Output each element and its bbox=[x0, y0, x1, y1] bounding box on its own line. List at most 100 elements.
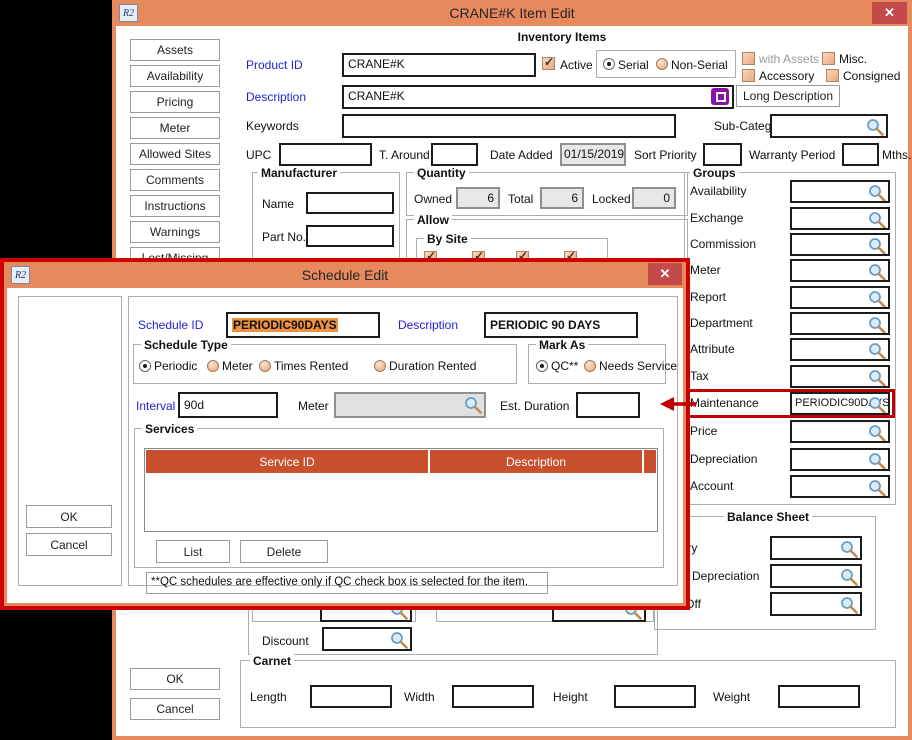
locked-label: Locked bbox=[592, 192, 631, 206]
list-button[interactable]: List bbox=[156, 540, 230, 563]
search-icon[interactable] bbox=[463, 395, 483, 415]
manufacturer-name-input[interactable] bbox=[306, 192, 394, 214]
search-icon[interactable] bbox=[867, 183, 887, 203]
groups-field-depreciation[interactable] bbox=[790, 448, 890, 471]
carnet-input-length[interactable] bbox=[310, 685, 392, 708]
product-id-input[interactable]: CRANE#K bbox=[342, 53, 536, 77]
search-icon[interactable] bbox=[867, 423, 887, 443]
description-input[interactable]: CRANE#K bbox=[342, 85, 734, 109]
warranty-period-input[interactable] bbox=[842, 143, 879, 166]
groups-field-report[interactable] bbox=[790, 286, 890, 309]
groups-field-exchange[interactable] bbox=[790, 207, 890, 230]
sub-category-field[interactable] bbox=[770, 114, 888, 138]
search-icon[interactable] bbox=[867, 341, 887, 361]
locked-field: 0 bbox=[632, 187, 676, 209]
active-checkbox[interactable] bbox=[542, 57, 555, 70]
sidebar-button-warnings[interactable]: Warnings bbox=[130, 221, 220, 243]
groups-field-maintenance[interactable]: PERIODIC90DAYS bbox=[790, 392, 890, 415]
non-serial-radio[interactable] bbox=[656, 58, 668, 70]
balance-label-depreciation: Depreciation bbox=[692, 569, 759, 583]
keywords-input[interactable] bbox=[342, 114, 676, 138]
groups-field-tax[interactable] bbox=[790, 365, 890, 388]
with-assets-checkbox[interactable] bbox=[742, 52, 755, 65]
schedule-type-radio-duration-rented[interactable] bbox=[374, 360, 386, 372]
groups-field-availability[interactable] bbox=[790, 180, 890, 203]
groups-field-commission[interactable] bbox=[790, 233, 890, 256]
carnet-input-weight[interactable] bbox=[778, 685, 860, 708]
search-icon[interactable] bbox=[867, 289, 887, 309]
description-label: Description bbox=[246, 90, 306, 104]
accessory-checkbox[interactable] bbox=[742, 69, 755, 82]
upc-input[interactable] bbox=[279, 143, 372, 166]
groups-field-account[interactable] bbox=[790, 475, 890, 498]
sidebar-button-instructions[interactable]: Instructions bbox=[130, 195, 220, 217]
consigned-checkbox[interactable] bbox=[826, 69, 839, 82]
mark-as-label: Needs Service bbox=[599, 359, 677, 373]
sidebar-button-availability[interactable]: Availability bbox=[130, 65, 220, 87]
search-icon[interactable] bbox=[867, 262, 887, 282]
search-icon[interactable] bbox=[867, 395, 887, 415]
sort-priority-input[interactable] bbox=[703, 143, 742, 166]
misc-checkbox[interactable] bbox=[822, 52, 835, 65]
close-icon[interactable]: ✕ bbox=[872, 2, 907, 24]
selected-text: PERIODIC90DAYS bbox=[232, 318, 338, 332]
interval-input[interactable]: 90d bbox=[178, 392, 278, 418]
est-duration-input[interactable] bbox=[576, 392, 640, 418]
groups-field-price[interactable] bbox=[790, 420, 890, 443]
balance-field-depreciation[interactable] bbox=[770, 564, 862, 588]
delete-button[interactable]: Delete bbox=[240, 540, 328, 563]
mark-as-radio-needs-service[interactable] bbox=[584, 360, 596, 372]
carnet-input-width[interactable] bbox=[452, 685, 534, 708]
close-icon[interactable]: ✕ bbox=[648, 263, 682, 285]
mark-as-title: Mark As bbox=[536, 338, 588, 352]
long-description-button[interactable]: Long Description bbox=[736, 85, 840, 107]
search-icon[interactable] bbox=[839, 567, 859, 587]
sidebar-button-allowed-sites[interactable]: Allowed Sites bbox=[130, 143, 220, 165]
groups-label-exchange: Exchange bbox=[690, 211, 743, 225]
sidebar-button-assets[interactable]: Assets bbox=[130, 39, 220, 61]
search-icon[interactable] bbox=[867, 210, 887, 230]
groups-label-meter: Meter bbox=[690, 263, 721, 277]
groups-field-attribute[interactable] bbox=[790, 338, 890, 361]
mark-as-radio-qc-[interactable] bbox=[536, 360, 548, 372]
search-icon[interactable] bbox=[865, 117, 885, 137]
search-icon[interactable] bbox=[839, 539, 859, 559]
search-icon[interactable] bbox=[839, 595, 859, 615]
search-icon[interactable] bbox=[867, 236, 887, 256]
services-table[interactable]: Service IDDescription bbox=[144, 448, 658, 532]
search-icon[interactable] bbox=[867, 451, 887, 471]
search-icon[interactable] bbox=[389, 630, 409, 650]
schedule-type-radio-periodic[interactable] bbox=[139, 360, 151, 372]
sidebar-button-pricing[interactable]: Pricing bbox=[130, 91, 220, 113]
schedule-id-input[interactable]: PERIODIC90DAYS bbox=[226, 312, 380, 338]
part-no-label: Part No. bbox=[262, 230, 306, 244]
t-around-input[interactable] bbox=[431, 143, 478, 166]
dialog-cancel-button[interactable]: Cancel bbox=[26, 533, 112, 556]
groups-label-attribute: Attribute bbox=[690, 342, 735, 356]
sidebar-button-comments[interactable]: Comments bbox=[130, 169, 220, 191]
part-no-input[interactable] bbox=[306, 225, 394, 247]
balance-field-write-off[interactable] bbox=[770, 592, 862, 616]
sidebar-button-meter[interactable]: Meter bbox=[130, 117, 220, 139]
schedule-type-radio-times-rented[interactable] bbox=[259, 360, 271, 372]
discount-field[interactable] bbox=[322, 627, 412, 651]
dialog-ok-button[interactable]: OK bbox=[26, 505, 112, 528]
schedule-type-label: Meter bbox=[222, 359, 253, 373]
groups-title: Groups bbox=[690, 166, 739, 180]
groups-field-department[interactable] bbox=[790, 312, 890, 335]
search-icon[interactable] bbox=[867, 368, 887, 388]
cancel-button[interactable]: Cancel bbox=[130, 698, 220, 720]
serial-radio[interactable] bbox=[603, 58, 615, 70]
balance-field-inventory[interactable] bbox=[770, 536, 862, 560]
schedule-type-radio-meter[interactable] bbox=[207, 360, 219, 372]
carnet-input-height[interactable] bbox=[614, 685, 696, 708]
dialog-title: Schedule Edit bbox=[4, 267, 686, 283]
schedule-type-title: Schedule Type bbox=[141, 338, 231, 352]
search-icon[interactable] bbox=[867, 315, 887, 335]
search-icon[interactable] bbox=[867, 478, 887, 498]
carnet-label-height: Height bbox=[553, 690, 588, 704]
groups-field-meter[interactable] bbox=[790, 259, 890, 282]
expand-description-icon[interactable] bbox=[711, 88, 729, 105]
ok-button[interactable]: OK bbox=[130, 668, 220, 690]
dialog-description-input[interactable]: PERIODIC 90 DAYS bbox=[484, 312, 638, 338]
